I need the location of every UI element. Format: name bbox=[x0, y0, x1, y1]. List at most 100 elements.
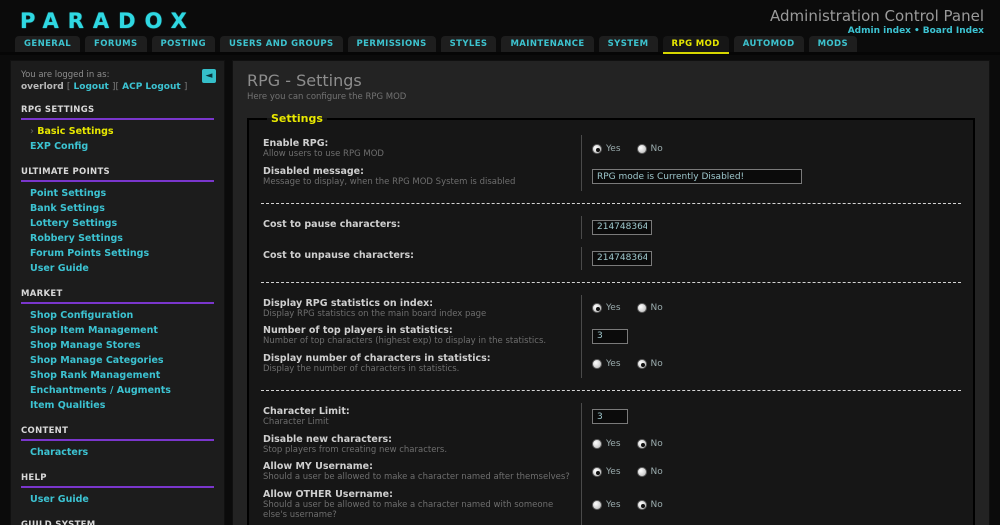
acp-title: Administration Control Panel bbox=[770, 6, 984, 25]
logout-link[interactable]: Logout bbox=[74, 82, 109, 92]
sidebar-collapse-button[interactable]: ◄ bbox=[202, 69, 216, 83]
menu-section-content: CONTENT Characters bbox=[21, 426, 214, 460]
setting-label: Enable RPG: bbox=[263, 138, 329, 149]
tab-mods[interactable]: MODS bbox=[808, 36, 858, 52]
tab-posting[interactable]: POSTING bbox=[151, 36, 215, 52]
logged-in-user-line: overlord [ Logout ][ ACP Logout ] bbox=[21, 82, 188, 92]
group-separator bbox=[261, 202, 961, 204]
yes-no-radio-group: Yes No bbox=[581, 430, 961, 459]
yes-no-radio-group: Yes No bbox=[581, 486, 961, 524]
setting-explanation: Stop players from creating new character… bbox=[263, 444, 448, 455]
radio-yes[interactable] bbox=[592, 439, 602, 450]
username: overlord bbox=[21, 82, 64, 92]
radio-yes[interactable] bbox=[592, 358, 602, 369]
sidebar-item-enchantments-augments[interactable]: Enchantments / Augments bbox=[30, 383, 214, 398]
yes-no-radio-group: Yes No bbox=[581, 135, 961, 163]
yes-no-radio-group: Yes No bbox=[581, 458, 961, 487]
group-separator bbox=[261, 281, 961, 283]
sidebar-item-shop-manage-categories[interactable]: Shop Manage Categories bbox=[30, 353, 214, 368]
sidebar-item-help-user-guide[interactable]: User Guide bbox=[30, 492, 214, 507]
sidebar-item-lottery-settings[interactable]: Lottery Settings bbox=[30, 216, 214, 231]
settings-legend: Settings bbox=[271, 112, 323, 125]
radio-yes[interactable] bbox=[592, 467, 602, 478]
tab-forums[interactable]: FORUMS bbox=[85, 36, 147, 52]
radio-no[interactable] bbox=[636, 467, 647, 478]
main-panel: RPG - Settings Here you can configure th… bbox=[232, 60, 990, 525]
menu-section-help: HELP User Guide bbox=[21, 473, 214, 507]
sidebar-item-shop-configuration[interactable]: Shop Configuration bbox=[30, 308, 214, 323]
disabled-message-input[interactable] bbox=[592, 169, 802, 185]
sidebar-item-forum-points-settings[interactable]: Forum Points Settings bbox=[30, 246, 214, 261]
yes-no-radio-group: Yes No bbox=[581, 294, 961, 323]
sidebar: ◄ You are logged in as: overlord [ Logou… bbox=[10, 60, 225, 525]
paradox-logo: PARADOX bbox=[20, 9, 196, 33]
tab-system[interactable]: SYSTEM bbox=[598, 36, 658, 52]
acp-logout-link[interactable]: ACP Logout bbox=[122, 82, 181, 92]
setting-label: Allow MY Username: bbox=[263, 461, 373, 473]
setting-label: Disable new characters: bbox=[263, 433, 392, 445]
tab-automod[interactable]: AUTOMOD bbox=[733, 36, 804, 52]
setting-row-top-players: Number of top players in statistics: Num… bbox=[261, 322, 961, 351]
settings-fieldset: Settings Enable RPG: Allow users to use … bbox=[247, 112, 975, 525]
menu-section-ultimate-points: ULTIMATE POINTS Point Settings Bank Sett… bbox=[21, 167, 214, 276]
acp-page: PARADOX Administration Control Panel Adm… bbox=[0, 0, 1000, 525]
yes-no-radio-group: Yes No bbox=[581, 350, 961, 378]
radio-yes[interactable] bbox=[592, 303, 602, 314]
radio-no[interactable] bbox=[636, 143, 647, 154]
sidebar-item-point-settings[interactable]: Point Settings bbox=[30, 186, 214, 201]
setting-row-unpause-cost: Cost to unpause characters: bbox=[261, 246, 961, 270]
setting-explanation: Should a user be allowed to make a chara… bbox=[263, 500, 554, 520]
setting-row-pause-cost: Cost to pause characters: bbox=[261, 215, 961, 239]
sidebar-item-shop-item-management[interactable]: Shop Item Management bbox=[30, 323, 214, 338]
setting-label: Cost to unpause characters: bbox=[263, 249, 414, 261]
setting-row-disabled-message: Disabled message: Message to display, wh… bbox=[261, 162, 961, 191]
radio-no[interactable] bbox=[636, 439, 647, 450]
sidebar-item-item-qualities[interactable]: Item Qualities bbox=[30, 398, 214, 413]
setting-label: Cost to pause characters: bbox=[263, 218, 401, 230]
setting-row-display-stats-index: Display RPG statistics on index: Display… bbox=[261, 294, 961, 323]
setting-label: Disabled message: bbox=[263, 165, 364, 177]
tab-general[interactable]: GENERAL bbox=[15, 36, 81, 52]
character-limit-input[interactable] bbox=[592, 409, 628, 425]
tab-rpg-mod[interactable]: RPG MOD bbox=[662, 36, 729, 52]
tab-maintenance[interactable]: MAINTENANCE bbox=[501, 36, 594, 52]
menu-section-guild-system: GUILD SYSTEM Guild settings Guilds pendi… bbox=[21, 520, 214, 525]
sidebar-item-robbery-settings[interactable]: Robbery Settings bbox=[30, 231, 214, 246]
top-players-input[interactable] bbox=[592, 328, 628, 344]
unpause-cost-input[interactable] bbox=[592, 250, 652, 266]
tab-bar: GENERAL FORUMS POSTING USERS AND GROUPS … bbox=[0, 36, 1000, 55]
radio-no[interactable] bbox=[636, 358, 647, 369]
radio-yes[interactable] bbox=[592, 143, 602, 154]
setting-explanation: Message to display, when the RPG MOD Sys… bbox=[263, 176, 516, 187]
tab-styles[interactable]: STYLES bbox=[440, 36, 497, 52]
logged-in-text: You are logged in as: bbox=[21, 70, 110, 80]
sidebar-item-basic-settings[interactable]: Basic Settings bbox=[30, 124, 214, 139]
setting-label: Number of top players in statistics: bbox=[263, 325, 453, 337]
sidebar-item-shop-rank-management[interactable]: Shop Rank Management bbox=[30, 368, 214, 383]
page-title: RPG - Settings bbox=[247, 71, 362, 90]
board-index-link[interactable]: Board Index bbox=[923, 26, 984, 36]
setting-label: Allow OTHER Username: bbox=[263, 489, 393, 501]
tab-permissions[interactable]: PERMISSIONS bbox=[347, 36, 436, 52]
tab-users-and-groups[interactable]: USERS AND GROUPS bbox=[219, 36, 343, 52]
setting-row-display-char-count: Display number of characters in statisti… bbox=[261, 350, 961, 378]
setting-row-allow-other-username: Allow OTHER Username: Should a user be a… bbox=[261, 486, 961, 524]
radio-no[interactable] bbox=[636, 499, 647, 510]
setting-explanation: Character Limit bbox=[263, 416, 329, 427]
sidebar-item-shop-manage-stores[interactable]: Shop Manage Stores bbox=[30, 338, 214, 353]
radio-no[interactable] bbox=[636, 303, 647, 314]
menu-section-market: MARKET Shop Configuration Shop Item Mana… bbox=[21, 289, 214, 413]
setting-row-enable-rpg: Enable RPG: Allow users to use RPG MOD Y… bbox=[261, 135, 961, 163]
group-separator bbox=[261, 389, 961, 391]
sidebar-item-user-guide[interactable]: User Guide bbox=[30, 261, 214, 276]
sidebar-item-characters[interactable]: Characters bbox=[30, 445, 214, 460]
admin-index-link[interactable]: Admin index bbox=[848, 26, 911, 36]
pause-cost-input[interactable] bbox=[592, 219, 652, 235]
setting-label: Character Limit: bbox=[263, 405, 350, 417]
setting-explanation: Allow users to use RPG MOD bbox=[263, 149, 384, 159]
sidebar-item-bank-settings[interactable]: Bank Settings bbox=[30, 201, 214, 216]
setting-label: Display number of characters in statisti… bbox=[263, 353, 491, 365]
radio-yes[interactable] bbox=[592, 499, 602, 510]
header: PARADOX Administration Control Panel Adm… bbox=[0, 0, 1000, 38]
sidebar-item-exp-config[interactable]: EXP Config bbox=[30, 139, 214, 154]
